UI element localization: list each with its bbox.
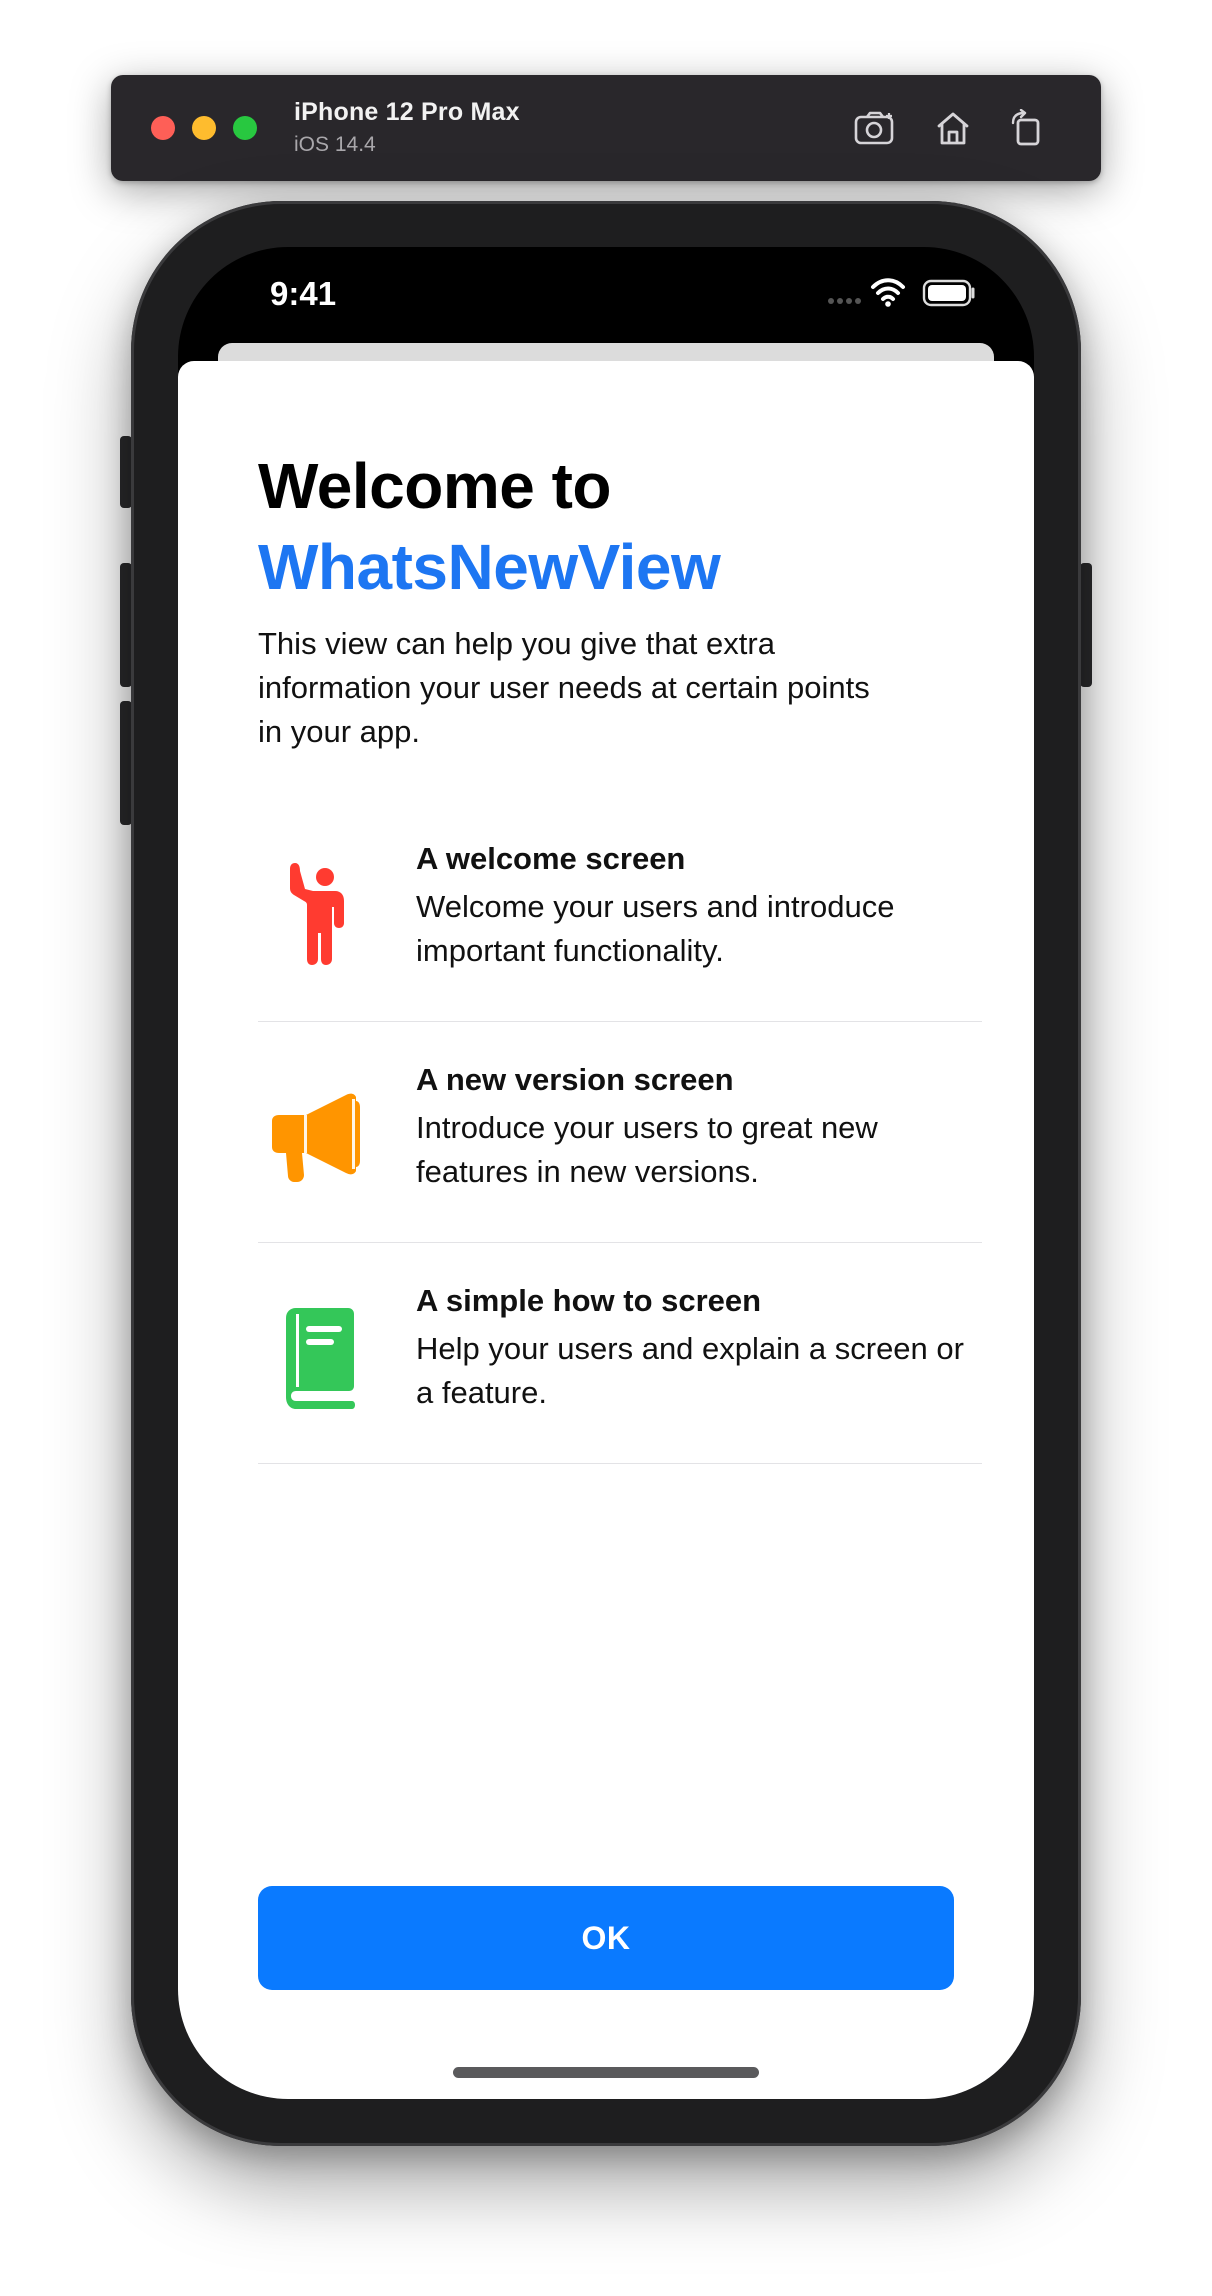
book-icon xyxy=(258,1303,378,1413)
close-window-button[interactable] xyxy=(151,116,175,140)
power-button[interactable] xyxy=(1080,563,1092,687)
feature-list: A welcome screen Welcome your users and … xyxy=(258,839,982,1464)
feature-title: A welcome screen xyxy=(416,841,686,876)
simulator-title-bar: iPhone 12 Pro Max iOS 14.4 xyxy=(111,75,1101,181)
battery-icon xyxy=(922,279,975,307)
figure-wave-icon xyxy=(258,859,378,969)
feature-new-version-screen: A new version screen Introduce your user… xyxy=(258,1022,982,1243)
feature-title: A simple how to screen xyxy=(416,1283,762,1318)
screenshot-icon xyxy=(854,111,894,145)
feature-description: Welcome your users and introduce importa… xyxy=(416,889,895,968)
whats-new-sheet: Welcome to WhatsNewView This view can he… xyxy=(178,361,1034,2099)
home-indicator[interactable] xyxy=(453,2067,759,2078)
home-icon xyxy=(937,112,969,145)
intro-text: This view can help you give that extra i… xyxy=(258,626,870,749)
feature-how-to-screen: A simple how to screen Help your users a… xyxy=(258,1243,982,1464)
feature-description: Help your users and explain a screen or … xyxy=(416,1331,964,1410)
zoom-window-button[interactable] xyxy=(233,116,257,140)
page-title-accent: WhatsNewView xyxy=(258,531,721,603)
device-screen: 9:41 Welcome to WhatsNewView This view c… xyxy=(178,247,1034,2099)
minimize-window-button[interactable] xyxy=(192,116,216,140)
screenshot-button[interactable] xyxy=(851,105,899,151)
signal-icon xyxy=(828,298,861,304)
feature-welcome-screen: A welcome screen Welcome your users and … xyxy=(258,839,982,1022)
device-name: iPhone 12 Pro Max xyxy=(294,98,520,126)
wifi-icon xyxy=(871,278,905,307)
rotate-icon xyxy=(1011,109,1040,146)
notch xyxy=(397,247,815,311)
page-title: Welcome to xyxy=(258,450,612,522)
status-indicators xyxy=(826,275,986,311)
rotate-button[interactable] xyxy=(1003,105,1051,151)
os-version: iOS 14.4 xyxy=(294,133,376,156)
home-button[interactable] xyxy=(929,105,977,151)
status-time: 9:41 xyxy=(270,275,337,312)
megaphone-icon xyxy=(258,1082,378,1192)
feature-title: A new version screen xyxy=(416,1062,734,1097)
ok-button[interactable]: OK xyxy=(258,1886,954,1990)
simulator-window: iPhone 12 Pro Max iOS 14.4 9:41 Welcome … xyxy=(0,0,1212,2296)
feature-description: Introduce your users to great new featur… xyxy=(416,1110,878,1189)
